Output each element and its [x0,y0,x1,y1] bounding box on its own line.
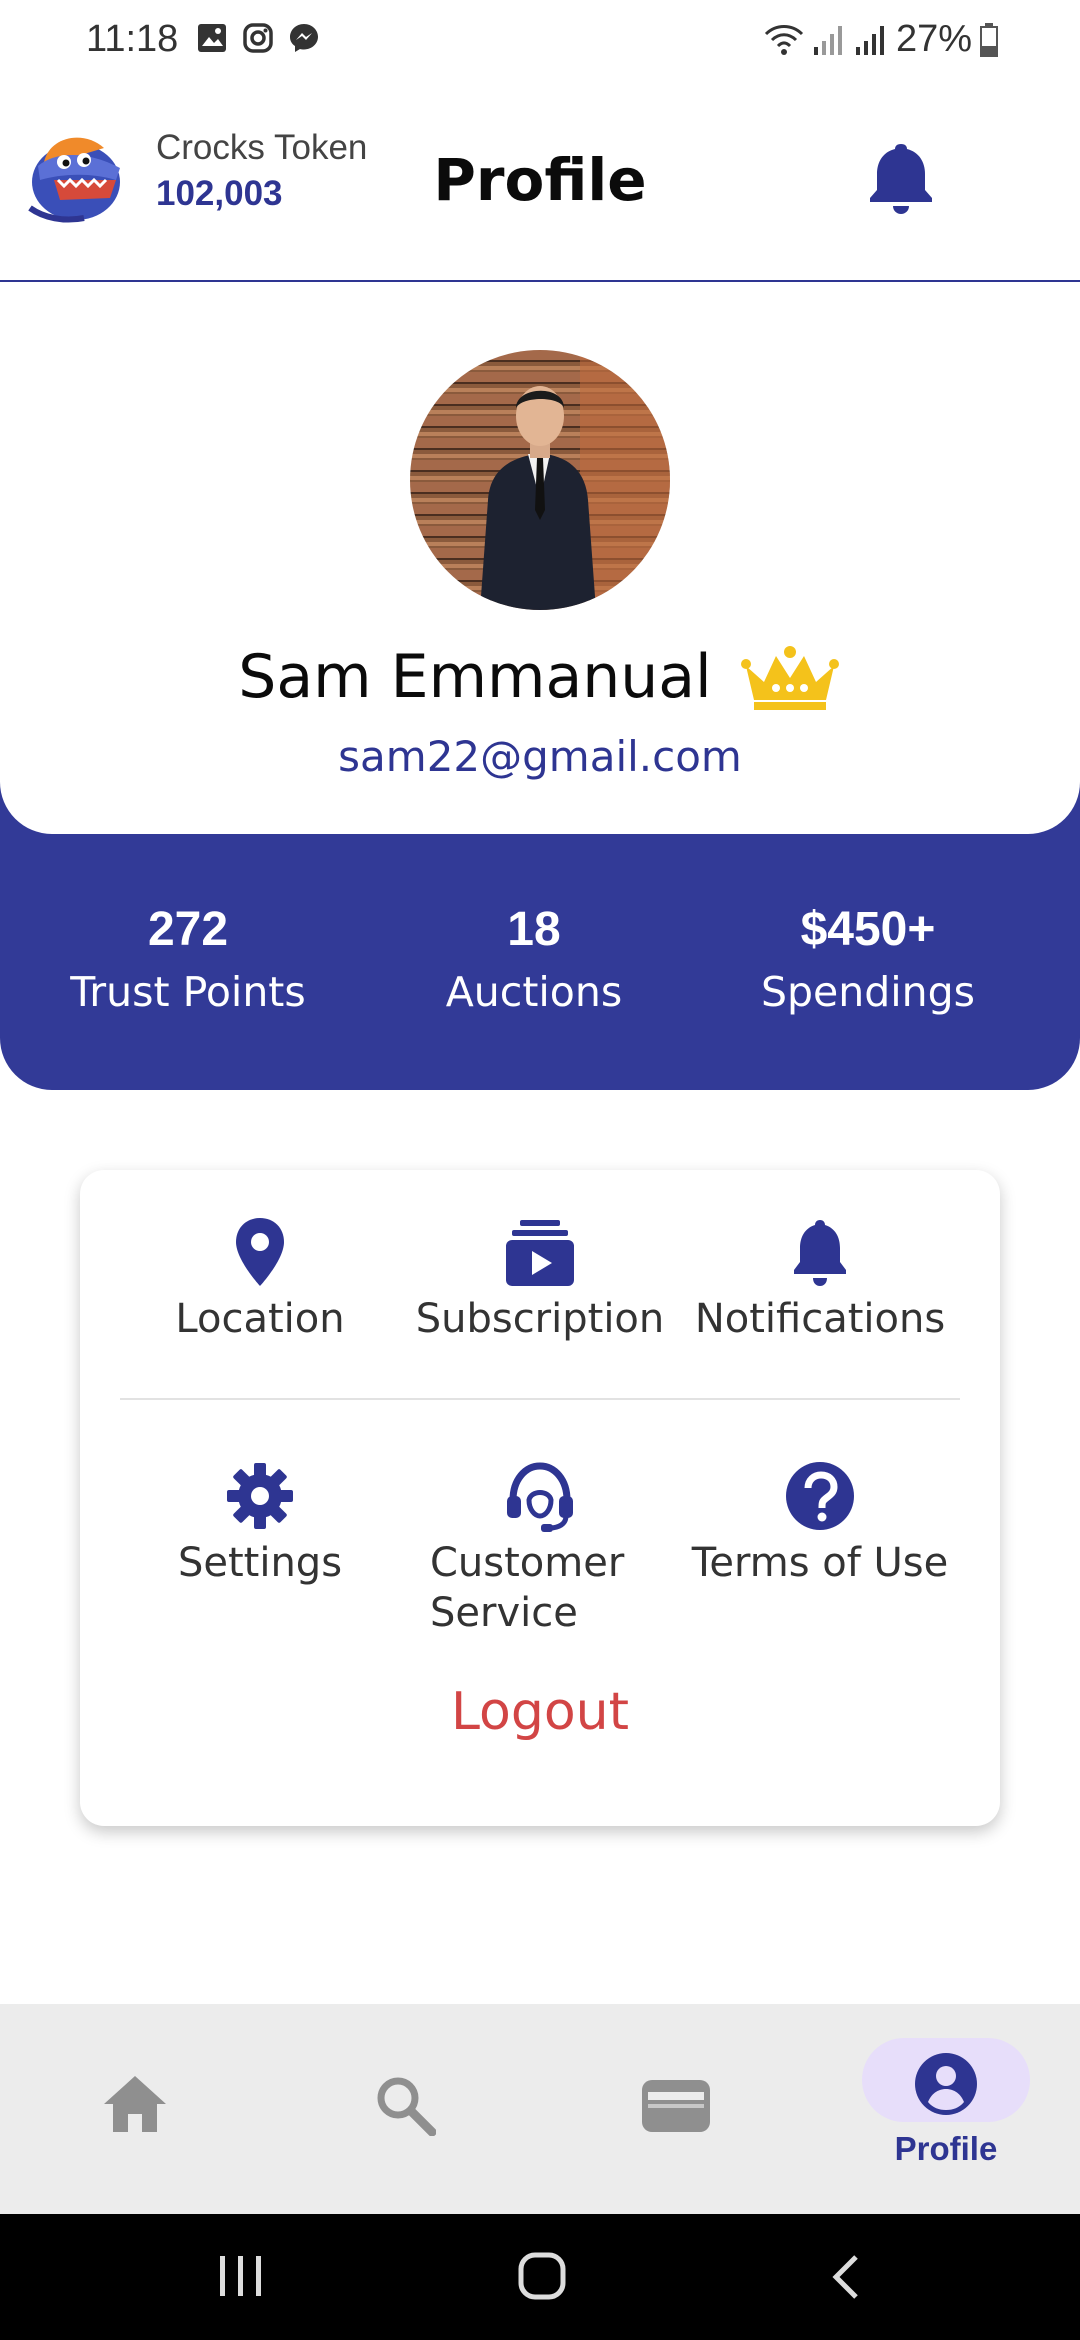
menu-label: Terms of Use [691,1540,949,1586]
menu-item-settings[interactable]: Settings [120,1460,400,1588]
gallery-icon [198,24,226,52]
location-pin-icon [236,1218,284,1286]
notification-bell-icon[interactable] [866,140,936,216]
stat-auctions: 18 Auctions [364,900,704,1016]
home-icon[interactable] [102,2074,168,2134]
status-system-icons: 27% [764,18,998,61]
menu-label: Customer Service [430,1540,625,1636]
menu-label: Notifications [694,1296,946,1342]
signal-icon [813,25,842,55]
recent-apps-icon[interactable] [218,2254,264,2298]
menu-item-terms-of-use[interactable]: Terms of Use [680,1460,960,1588]
menu-label: Location [175,1296,345,1342]
headset-icon [507,1462,573,1532]
app-header: Crocks Token 102,003 Profile [0,84,1080,283]
menu-card: Location Subscription Notifications Sett… [80,1170,1000,1826]
wallet-icon[interactable] [640,2078,712,2134]
menu-divider [120,1398,960,1400]
stat-trust-points: 272 Trust Points [18,900,358,1016]
system-navigation-bar [0,2214,1080,2340]
status-bar: 11:18 27% [0,0,1080,84]
avatar[interactable] [410,350,670,610]
battery-icon [980,22,998,57]
bell-icon [794,1220,846,1286]
status-notification-icons [196,22,320,54]
instagram-icon [243,23,273,53]
home-button-icon[interactable] [518,2252,566,2300]
menu-item-notifications[interactable]: Notifications [680,1216,960,1344]
crown-icon [740,646,839,710]
menu-item-customer-service[interactable]: Customer Service [400,1460,680,1638]
stat-value: 18 [507,903,561,956]
subscription-icon [506,1220,574,1286]
search-icon[interactable] [374,2074,436,2136]
stats-row: 272 Trust Points 18 Auctions $450+ Spend… [0,900,1080,1050]
stat-value: $450+ [800,903,936,956]
stat-label: Auctions [445,968,623,1016]
wifi-icon [764,24,803,55]
nav-label-profile: Profile [894,2130,998,2167]
menu-item-location[interactable]: Location [120,1216,400,1344]
profile-card: Sam Emmanual sam22@gmail.com [0,282,1080,834]
stat-label: Trust Points [70,968,306,1016]
menu-label: Subscription [415,1296,665,1342]
bottom-navigation: Profile [0,2004,1080,2214]
user-email: sam22@gmail.com [338,732,742,781]
logout-button[interactable]: Logout [80,1682,1000,1742]
gear-icon [227,1463,293,1529]
profile-icon[interactable] [914,2052,978,2116]
user-name: Sam Emmanual [238,642,712,712]
menu-item-subscription[interactable]: Subscription [400,1216,680,1344]
signal-icon-2 [855,25,884,55]
name-row: Sam Emmanual [0,642,1080,712]
messenger-icon [290,24,318,52]
status-time: 11:18 [86,18,179,60]
back-icon[interactable] [830,2254,860,2300]
stat-value: 272 [147,903,229,956]
menu-label: Settings [177,1540,343,1586]
stat-spendings: $450+ Spendings [698,900,1038,1016]
question-icon [786,1462,854,1530]
battery-percent: 27% [895,18,972,60]
stat-label: Spendings [760,968,976,1016]
